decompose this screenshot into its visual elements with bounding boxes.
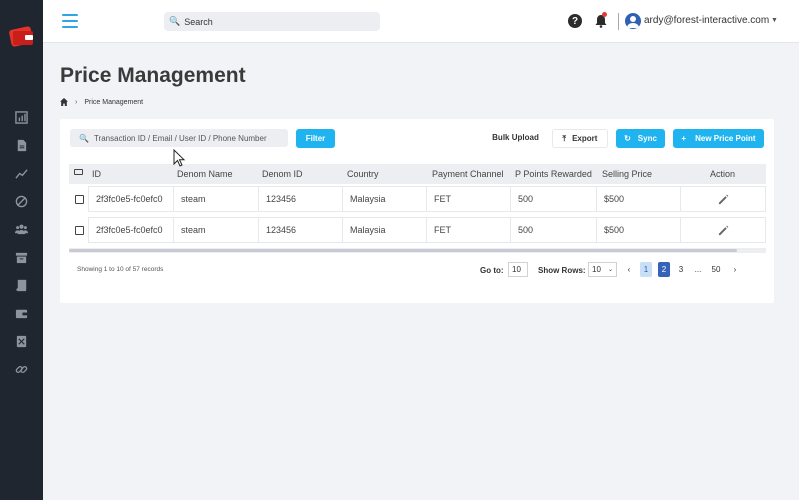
chevron-down-icon: ⌄ <box>607 267 613 273</box>
filter-input[interactable] <box>93 133 284 143</box>
goto-label: Go to: <box>480 266 504 275</box>
filter-bar[interactable]: 🔍 <box>70 129 288 147</box>
document-icon[interactable] <box>12 136 30 154</box>
prev-page-button[interactable]: ‹ <box>623 262 635 277</box>
column-header-denom-name[interactable]: Denom Name <box>177 169 233 179</box>
dashboard-icon[interactable] <box>12 108 30 126</box>
column-header-country[interactable]: Country <box>347 169 379 179</box>
scrollbar-thumb[interactable] <box>69 249 737 252</box>
cell-denom-id: 123456 <box>259 217 343 243</box>
edit-pencil-icon[interactable] <box>718 225 729 236</box>
page-ellipsis: ... <box>694 265 702 274</box>
bulk-upload-button[interactable]: Bulk Upload <box>487 128 544 147</box>
cell-action <box>681 217 766 243</box>
search-icon: 🔍 <box>79 133 89 143</box>
users-icon[interactable] <box>12 220 30 238</box>
cell-points: 500 <box>511 217 597 243</box>
export-label: Export <box>572 134 598 143</box>
next-page-button[interactable]: › <box>729 262 741 277</box>
link-icon[interactable] <box>12 360 30 378</box>
search-input[interactable] <box>184 16 365 27</box>
row-checkbox[interactable] <box>75 195 84 204</box>
avatar[interactable] <box>625 13 641 29</box>
row-checkbox[interactable] <box>75 226 84 235</box>
edit-pencil-icon[interactable] <box>718 194 729 205</box>
sidebar <box>0 0 43 500</box>
caret-down-icon[interactable]: ▼ <box>771 17 778 24</box>
breadcrumb-item-price-management[interactable]: Price Management <box>84 99 143 106</box>
page-50-button[interactable]: 50 <box>710 262 722 277</box>
breadcrumb: › Price Management <box>60 98 143 106</box>
select-all-checkbox[interactable] <box>74 169 83 175</box>
sync-label: Sync <box>637 134 657 143</box>
table-row: 2f3fc0e5-fc0efc0 steam 123456 Malaysia F… <box>69 184 766 214</box>
cell-id: 2f3fc0e5-fc0efc0 <box>88 186 174 212</box>
goto-page-input[interactable] <box>508 262 528 277</box>
plus-icon: + <box>681 134 687 143</box>
page-title: Price Management <box>60 64 246 87</box>
chevron-right-icon: › <box>75 98 78 106</box>
cell-payment-channel: FET <box>427 186 511 212</box>
divider <box>618 13 619 30</box>
home-icon[interactable] <box>60 98 68 106</box>
show-rows-value: 10 <box>592 265 601 274</box>
user-icon <box>627 16 639 28</box>
cell-payment-channel: FET <box>427 217 511 243</box>
user-email[interactable]: ardy@forest-interactive.com <box>644 15 769 26</box>
show-rows-select[interactable]: 10 ⌄ <box>588 262 617 277</box>
table-header: ID Denom Name Denom ID Country Payment C… <box>69 164 766 184</box>
trend-chart-icon[interactable] <box>12 164 30 182</box>
cell-country: Malaysia <box>343 217 427 243</box>
page-1-button[interactable]: 1 <box>640 262 652 277</box>
column-header-points-rewarded[interactable]: P Points Rewarded <box>515 169 592 179</box>
page-2-button[interactable]: 2 <box>658 262 670 277</box>
column-header-id[interactable]: ID <box>92 169 101 179</box>
export-button[interactable]: ⤒ Export <box>552 129 608 148</box>
cell-country: Malaysia <box>343 186 427 212</box>
notification-dot <box>602 12 607 17</box>
wallet-icon[interactable] <box>12 304 30 322</box>
show-rows-label: Show Rows: <box>538 266 586 275</box>
cell-action <box>681 186 766 212</box>
mouse-cursor-icon <box>173 149 186 167</box>
column-header-action: Action <box>710 169 736 179</box>
column-header-payment-channel[interactable]: Payment Channel <box>432 169 504 179</box>
filter-button[interactable]: Filter <box>296 129 335 148</box>
archive-icon[interactable] <box>12 248 30 266</box>
table-row: 2f3fc0e5-fc0efc0 steam 123456 Malaysia F… <box>69 215 766 245</box>
book-icon[interactable] <box>12 276 30 294</box>
wallet-logo-icon[interactable] <box>8 22 36 48</box>
column-header-denom-id[interactable]: Denom ID <box>262 169 303 179</box>
page-3-button[interactable]: 3 <box>675 262 687 277</box>
cell-points: 500 <box>511 186 597 212</box>
cell-denom-name: steam <box>174 217 259 243</box>
block-icon[interactable] <box>12 192 30 210</box>
topbar: 🔍 ? ardy@forest-interactive.com ▼ <box>43 0 799 43</box>
cell-price: $500 <box>597 217 681 243</box>
records-summary: Showing 1 to 10 of 57 records <box>77 266 164 273</box>
sync-button[interactable]: ↻ Sync <box>616 129 665 148</box>
cell-denom-id: 123456 <box>259 186 343 212</box>
cell-denom-name: steam <box>174 186 259 212</box>
search-icon: 🔍 <box>169 16 181 26</box>
sync-icon: ↻ <box>624 134 631 143</box>
upload-icon: ⤒ <box>562 133 567 143</box>
search-bar[interactable]: 🔍 <box>164 12 380 31</box>
price-table-card: 🔍 Filter Bulk Upload ⤒ Export ↻ Sync + N… <box>60 119 774 303</box>
calculator-icon[interactable] <box>12 332 30 350</box>
new-price-point-label: New Price Point <box>695 134 756 143</box>
horizontal-scrollbar[interactable] <box>69 248 766 253</box>
new-price-point-button[interactable]: + New Price Point <box>673 129 764 148</box>
hamburger-menu-icon[interactable] <box>62 14 78 28</box>
help-icon[interactable]: ? <box>568 14 582 28</box>
cell-price: $500 <box>597 186 681 212</box>
column-header-selling-price[interactable]: Selling Price <box>602 169 652 179</box>
cell-id: 2f3fc0e5-fc0efc0 <box>88 217 174 243</box>
